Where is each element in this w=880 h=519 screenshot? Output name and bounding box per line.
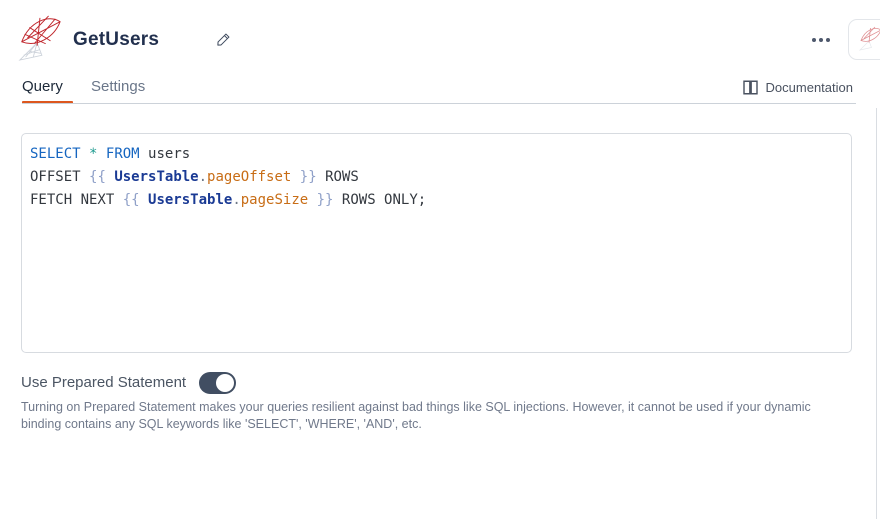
query-name-title: GetUsers (73, 29, 159, 51)
tab-bar-divider (22, 103, 856, 104)
datasource-logo-button[interactable] (848, 19, 880, 60)
sqlserver-datasource-logo-icon (16, 12, 62, 64)
more-options-button[interactable] (804, 28, 838, 52)
pencil-icon (216, 32, 231, 50)
tab-query[interactable]: Query (22, 78, 63, 95)
prepared-statement-row: Use Prepared Statement (21, 370, 236, 395)
open-book-icon (742, 80, 759, 95)
documentation-link[interactable]: Documentation (742, 80, 853, 95)
right-panel-divider (876, 108, 877, 519)
ellipsis-icon (812, 38, 830, 42)
edit-query-name-button[interactable] (210, 28, 236, 54)
query-editor-page: GetUsers Query Settings (0, 0, 880, 519)
sqlserver-datasource-logo-icon (858, 25, 880, 55)
tab-settings[interactable]: Settings (91, 78, 145, 95)
documentation-label: Documentation (766, 80, 853, 95)
prepared-statement-label: Use Prepared Statement (21, 374, 186, 391)
query-editor[interactable]: SELECT * FROM usersOFFSET {{ UsersTable.… (21, 133, 852, 353)
toggle-knob (216, 374, 234, 392)
prepared-statement-toggle[interactable] (199, 372, 236, 394)
prepared-statement-help-text: Turning on Prepared Statement makes your… (21, 399, 827, 432)
